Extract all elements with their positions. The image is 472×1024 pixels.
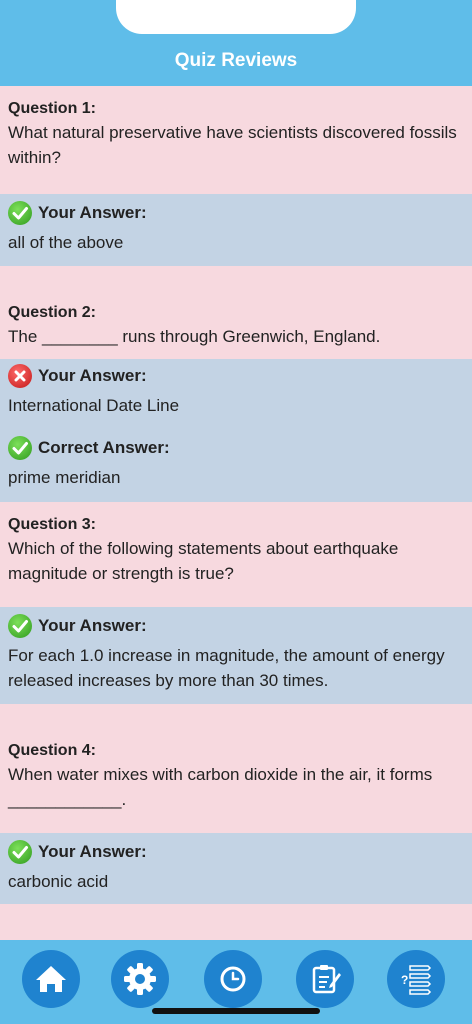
clock-icon	[220, 966, 246, 992]
header-bar: Quiz Reviews	[0, 0, 472, 86]
answer-block-2: Your Answer: International Date Line Cor…	[0, 359, 472, 502]
correct-check-icon	[8, 201, 32, 225]
your-answer-label: Your Answer:	[38, 203, 147, 222]
gear-icon	[124, 963, 156, 995]
question-block-2: Question 2: The ________ runs through Gr…	[0, 266, 472, 359]
question-number: Question 1:	[8, 100, 97, 117]
correct-check-icon	[8, 840, 32, 864]
your-answer-header: Your Answer:	[8, 833, 464, 869]
question-text: Which of the following statements about …	[8, 539, 399, 583]
question-block-1: Question 1: What natural preservative ha…	[0, 86, 472, 194]
answer-block-3: Your Answer: For each 1.0 increase in ma…	[0, 607, 472, 704]
question-number: Question 2:	[8, 304, 97, 321]
question-text: What natural preservative have scientist…	[8, 123, 457, 167]
question-number: Question 3:	[8, 516, 97, 533]
question-number: Question 4:	[8, 742, 97, 759]
question-text: When water mixes with carbon dioxide in …	[8, 765, 433, 809]
home-tab-button[interactable]	[22, 950, 80, 1008]
correct-check-icon	[8, 614, 32, 638]
device-notch	[116, 0, 356, 34]
your-answer-label: Your Answer:	[38, 366, 147, 385]
your-answer-header: Your Answer:	[8, 194, 464, 230]
your-answer-text: For each 1.0 increase in magnitude, the …	[8, 646, 445, 690]
question-text: The ________ runs through Greenwich, Eng…	[8, 327, 381, 346]
correct-answer-label: Correct Answer:	[38, 438, 170, 457]
your-answer-label: Your Answer:	[38, 616, 147, 635]
notes-tab-button[interactable]	[296, 950, 354, 1008]
notepad-icon	[312, 965, 341, 994]
home-icon	[36, 966, 66, 992]
your-answer-text: carbonic acid	[8, 872, 109, 891]
settings-tab-button[interactable]	[111, 950, 169, 1008]
quiz-list-icon: ?	[401, 965, 432, 995]
wrong-x-icon	[8, 364, 32, 388]
history-tab-button[interactable]	[204, 950, 262, 1008]
correct-answer-text: prime meridian	[8, 468, 121, 487]
list-spacer	[0, 904, 472, 940]
your-answer-text: all of the above	[8, 233, 124, 252]
correct-answer-header: Correct Answer:	[8, 431, 464, 465]
page-title: Quiz Reviews	[174, 50, 298, 71]
your-answer-text: International Date Line	[8, 396, 180, 415]
your-answer-label: Your Answer:	[38, 842, 147, 861]
quiz-tab-button[interactable]: ?	[387, 950, 445, 1008]
your-answer-header: Your Answer:	[8, 359, 464, 393]
quiz-review-list[interactable]: Question 1: What natural preservative ha…	[0, 86, 472, 940]
correct-check-icon	[8, 436, 32, 460]
answer-block-4: Your Answer: carbonic acid	[0, 833, 472, 904]
your-answer-header: Your Answer:	[8, 607, 464, 643]
home-indicator[interactable]	[152, 1008, 320, 1014]
svg-text:?: ?	[401, 973, 408, 987]
question-block-3: Question 3: Which of the following state…	[0, 502, 472, 607]
answer-block-1: Your Answer: all of the above	[0, 194, 472, 266]
question-block-4: Question 4: When water mixes with carbon…	[0, 704, 472, 833]
